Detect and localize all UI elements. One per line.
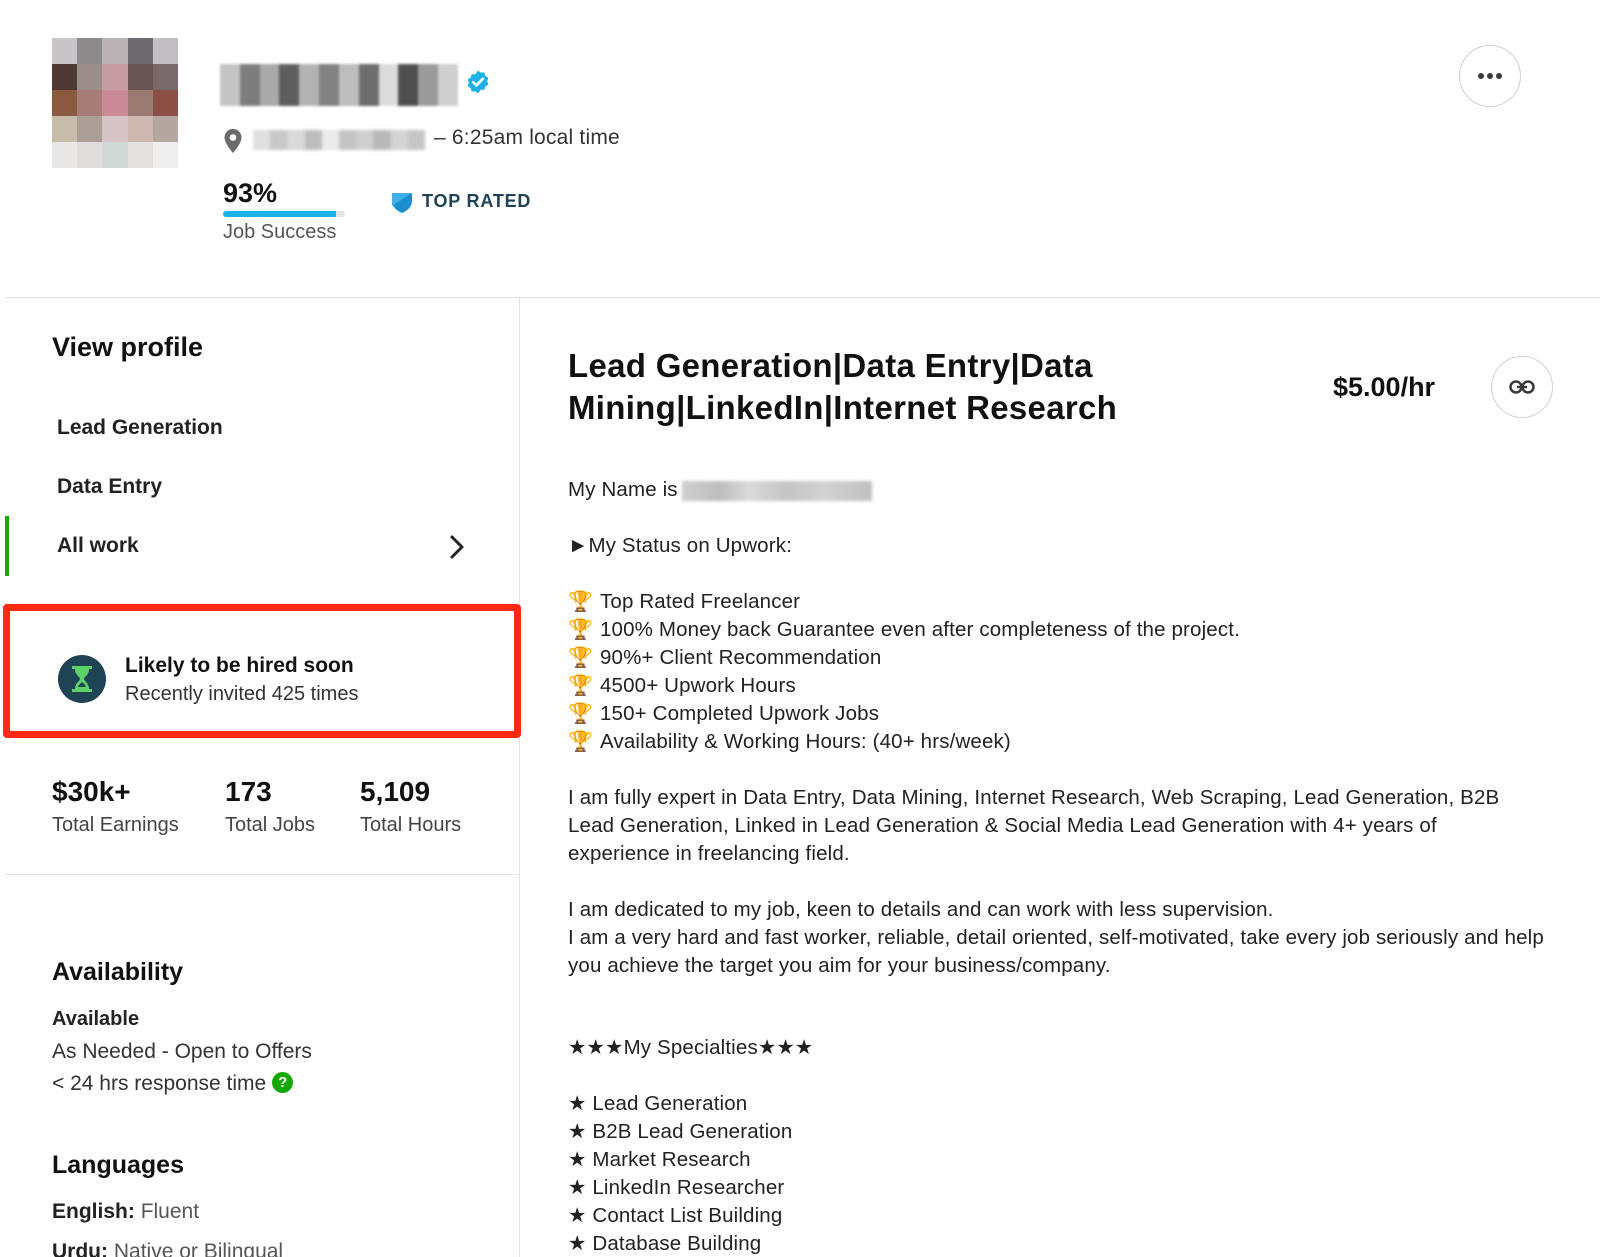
availability-detail: As Needed - Open to Offers xyxy=(52,1040,312,1063)
link-icon xyxy=(1509,380,1535,394)
trophy-icon: 🏆 xyxy=(568,591,594,613)
location-redacted xyxy=(253,130,426,150)
desc-paragraph-2b: I am a very hard and fast worker, reliab… xyxy=(568,926,1544,977)
job-success-fill xyxy=(223,211,337,217)
column-divider xyxy=(519,297,520,1257)
list-item: 🏆 90%+ Client Recommendation xyxy=(568,644,1568,672)
view-profile-heading: View profile xyxy=(52,332,204,362)
list-item: ★ Market Research xyxy=(568,1148,751,1171)
total-hours-value: 5,109 xyxy=(360,776,431,807)
trophy-icon: 🏆 xyxy=(568,731,594,753)
hourly-rate: $5.00/hr xyxy=(1333,372,1436,402)
trophy-icon: 🏆 xyxy=(568,619,594,641)
likely-hired-title: Likely to be hired soon xyxy=(125,654,354,677)
chevron-right-icon[interactable] xyxy=(448,534,466,560)
total-earnings-value: $30k+ xyxy=(52,776,131,807)
specialties-heading: ★★★My Specialties★★★ xyxy=(568,1036,814,1059)
desc-paragraph-1: I am fully expert in Data Entry, Data Mi… xyxy=(568,786,1500,865)
trophy-icon: 🏆 xyxy=(568,675,594,697)
trophy-icon: 🏆 xyxy=(568,647,594,669)
list-item: 🏆 150+ Completed Upwork Jobs xyxy=(568,700,1568,728)
response-time-text: < 24 hrs response time xyxy=(52,1072,267,1095)
job-success-value: 93% xyxy=(223,178,278,208)
location-pin-icon xyxy=(224,129,242,153)
total-jobs-label: Total Jobs xyxy=(225,814,316,836)
list-item: 🏆 Availability & Working Hours: (40+ hrs/… xyxy=(568,728,1568,756)
job-success-bar xyxy=(223,211,345,217)
help-icon[interactable]: ? xyxy=(272,1072,294,1094)
likely-hired-subtitle: Recently invited 425 times xyxy=(125,683,359,705)
sidebar-active-indicator xyxy=(5,516,9,576)
likely-hired-card: Likely to be hired soon Recently invited… xyxy=(3,604,521,738)
status-list: 🏆 Top Rated Freelancer 🏆 100% Money back G… xyxy=(568,588,1568,756)
language-name: English: xyxy=(52,1200,135,1223)
language-name: Urdu: xyxy=(52,1240,108,1257)
response-time: < 24 hrs response time? xyxy=(52,1072,294,1096)
list-item: ★ Database Building xyxy=(568,1232,762,1255)
list-item: ★ LinkedIn Researcher xyxy=(568,1176,785,1199)
sidebar-item-data-entry[interactable]: Data Entry xyxy=(57,475,162,499)
language-level: Native or Bilingual xyxy=(113,1240,284,1257)
language-urdu: Urdu: Native or Bilingual xyxy=(52,1240,283,1257)
list-item: 🏆 4500+ Upwork Hours xyxy=(568,672,1568,700)
specialties-list: ★ Lead Generation ★ B2B Lead Generation … xyxy=(568,1090,1568,1257)
list-item: ★ Contact List Building xyxy=(568,1204,783,1227)
language-level: Fluent xyxy=(140,1200,200,1223)
desc-status-heading: ►My Status on Upwork: xyxy=(568,534,792,557)
more-horizontal-icon xyxy=(1478,73,1502,79)
job-success-label: Job Success xyxy=(223,221,337,243)
total-hours-label: Total Hours xyxy=(360,814,462,836)
hourglass-icon xyxy=(58,655,106,703)
list-item: 🏆 100% Money back Guarantee even after co… xyxy=(568,616,1568,644)
name-redacted xyxy=(681,480,872,501)
trophy-icon: 🏆 xyxy=(568,703,594,725)
profile-name-redacted xyxy=(220,64,458,106)
desc-name-prefix: My Name is xyxy=(568,478,678,501)
local-time: – 6:25am local time xyxy=(434,126,620,149)
list-item: 🏆 Top Rated Freelancer xyxy=(568,588,1568,616)
top-rated-badge: TOP RATED xyxy=(422,191,532,211)
desc-paragraph-2a: I am dedicated to my job, keen to detail… xyxy=(568,898,1274,921)
languages-heading: Languages xyxy=(52,1151,184,1179)
copy-link-button[interactable] xyxy=(1491,356,1553,418)
total-jobs-value: 173 xyxy=(225,776,272,807)
sidebar-item-all-work[interactable]: All work xyxy=(57,534,139,558)
profile-title: Lead Generation|Data Entry|Data Mining|L… xyxy=(568,347,1118,426)
header-divider xyxy=(5,297,1600,298)
language-english: English: Fluent xyxy=(52,1200,199,1224)
stats-divider xyxy=(5,874,519,875)
list-item: ★ Lead Generation xyxy=(568,1092,748,1115)
availability-status: Available xyxy=(52,1008,140,1030)
list-item: ★ B2B Lead Generation xyxy=(568,1120,793,1143)
desc-name-line: My Name is xyxy=(568,476,1568,504)
more-options-button[interactable] xyxy=(1459,45,1521,107)
verified-icon xyxy=(467,70,489,94)
top-rated-badge-icon xyxy=(392,193,412,213)
availability-heading: Availability xyxy=(52,958,184,986)
avatar xyxy=(52,38,178,168)
sidebar-item-lead-generation[interactable]: Lead Generation xyxy=(57,416,223,440)
total-earnings-label: Total Earnings xyxy=(52,814,179,836)
